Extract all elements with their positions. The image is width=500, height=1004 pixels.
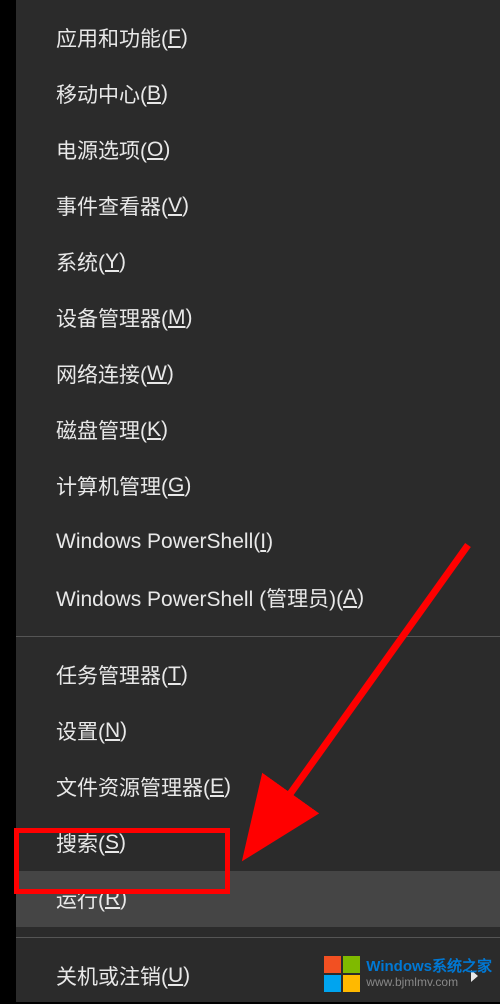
menu-label-suffix: ): [119, 250, 126, 274]
menu-label: Windows PowerShell(: [56, 530, 260, 554]
menu-label: 设备管理器(: [56, 303, 168, 333]
menu-label: 网络连接(: [56, 359, 147, 389]
watermark-title: Windows系统之家: [366, 959, 492, 976]
menu-label: 应用和功能(: [56, 23, 168, 53]
menu-item-task-manager[interactable]: 任务管理器(T): [16, 647, 500, 703]
menu-label: 计算机管理(: [56, 471, 168, 501]
menu-separator: [16, 636, 500, 637]
menu-label: 磁盘管理(: [56, 415, 147, 445]
menu-label-suffix: ): [163, 138, 170, 162]
menu-accelerator: M: [168, 306, 186, 330]
menu-label-suffix: ): [161, 82, 168, 106]
menu-label: 系统(: [56, 247, 105, 277]
menu-label: 移动中心(: [56, 79, 147, 109]
menu-label-suffix: ): [186, 306, 193, 330]
menu-item-power-options[interactable]: 电源选项(O): [16, 122, 500, 178]
menu-item-file-explorer[interactable]: 文件资源管理器(E): [16, 759, 500, 815]
menu-accelerator: B: [147, 82, 161, 106]
menu-item-powershell-admin[interactable]: Windows PowerShell (管理员)(A): [16, 570, 500, 626]
menu-label-suffix: ): [357, 586, 364, 610]
menu-accelerator: E: [210, 775, 224, 799]
menu-label: 关机或注销(: [56, 961, 168, 991]
menu-item-system[interactable]: 系统(Y): [16, 234, 500, 290]
menu-label-suffix: ): [167, 362, 174, 386]
menu-label: 电源选项(: [56, 135, 147, 165]
menu-label-suffix: ): [224, 775, 231, 799]
menu-item-powershell[interactable]: Windows PowerShell(I): [16, 514, 500, 570]
menu-item-device-manager[interactable]: 设备管理器(M): [16, 290, 500, 346]
menu-accelerator: Y: [105, 250, 119, 274]
menu-item-settings[interactable]: 设置(N): [16, 703, 500, 759]
menu-accelerator: O: [147, 138, 163, 162]
menu-item-run[interactable]: 运行(R): [16, 871, 500, 927]
menu-accelerator: S: [105, 831, 119, 855]
menu-label-suffix: ): [181, 26, 188, 50]
menu-item-apps-features[interactable]: 应用和功能(F): [16, 10, 500, 66]
menu-accelerator: R: [105, 887, 120, 911]
menu-accelerator: U: [168, 964, 183, 988]
menu-label-suffix: ): [182, 194, 189, 218]
menu-item-search[interactable]: 搜索(S): [16, 815, 500, 871]
menu-item-network-connections[interactable]: 网络连接(W): [16, 346, 500, 402]
menu-item-computer-management[interactable]: 计算机管理(G): [16, 458, 500, 514]
menu-label: 运行(: [56, 884, 105, 914]
menu-label: Windows PowerShell (管理员)(: [56, 583, 343, 613]
menu-label: 任务管理器(: [56, 660, 168, 690]
watermark-url: www.bjmlmv.com: [366, 976, 492, 989]
menu-item-event-viewer[interactable]: 事件查看器(V): [16, 178, 500, 234]
menu-label: 设置(: [56, 716, 105, 746]
menu-label-suffix: ): [161, 418, 168, 442]
menu-label: 文件资源管理器(: [56, 772, 210, 802]
windows-logo-icon: [324, 956, 360, 992]
menu-accelerator: V: [168, 194, 182, 218]
menu-label-suffix: ): [181, 663, 188, 687]
menu-item-mobility-center[interactable]: 移动中心(B): [16, 66, 500, 122]
menu-accelerator: T: [168, 663, 181, 687]
menu-label-suffix: ): [119, 831, 126, 855]
menu-label-suffix: ): [120, 719, 127, 743]
menu-separator: [16, 937, 500, 938]
menu-label-suffix: ): [266, 530, 273, 554]
winx-context-menu: 应用和功能(F) 移动中心(B) 电源选项(O) 事件查看器(V) 系统(Y) …: [16, 0, 500, 1002]
menu-label-suffix: ): [120, 887, 127, 911]
menu-item-disk-management[interactable]: 磁盘管理(K): [16, 402, 500, 458]
menu-label: 事件查看器(: [56, 191, 168, 221]
menu-accelerator: A: [343, 586, 357, 610]
menu-label-suffix: ): [184, 474, 191, 498]
menu-label: 搜索(: [56, 828, 105, 858]
menu-accelerator: W: [147, 362, 167, 386]
menu-accelerator: N: [105, 719, 120, 743]
menu-accelerator: F: [168, 26, 181, 50]
menu-label-suffix: ): [183, 964, 190, 988]
watermark: Windows系统之家 www.bjmlmv.com: [324, 956, 492, 992]
menu-accelerator: K: [147, 418, 161, 442]
menu-accelerator: G: [168, 474, 184, 498]
